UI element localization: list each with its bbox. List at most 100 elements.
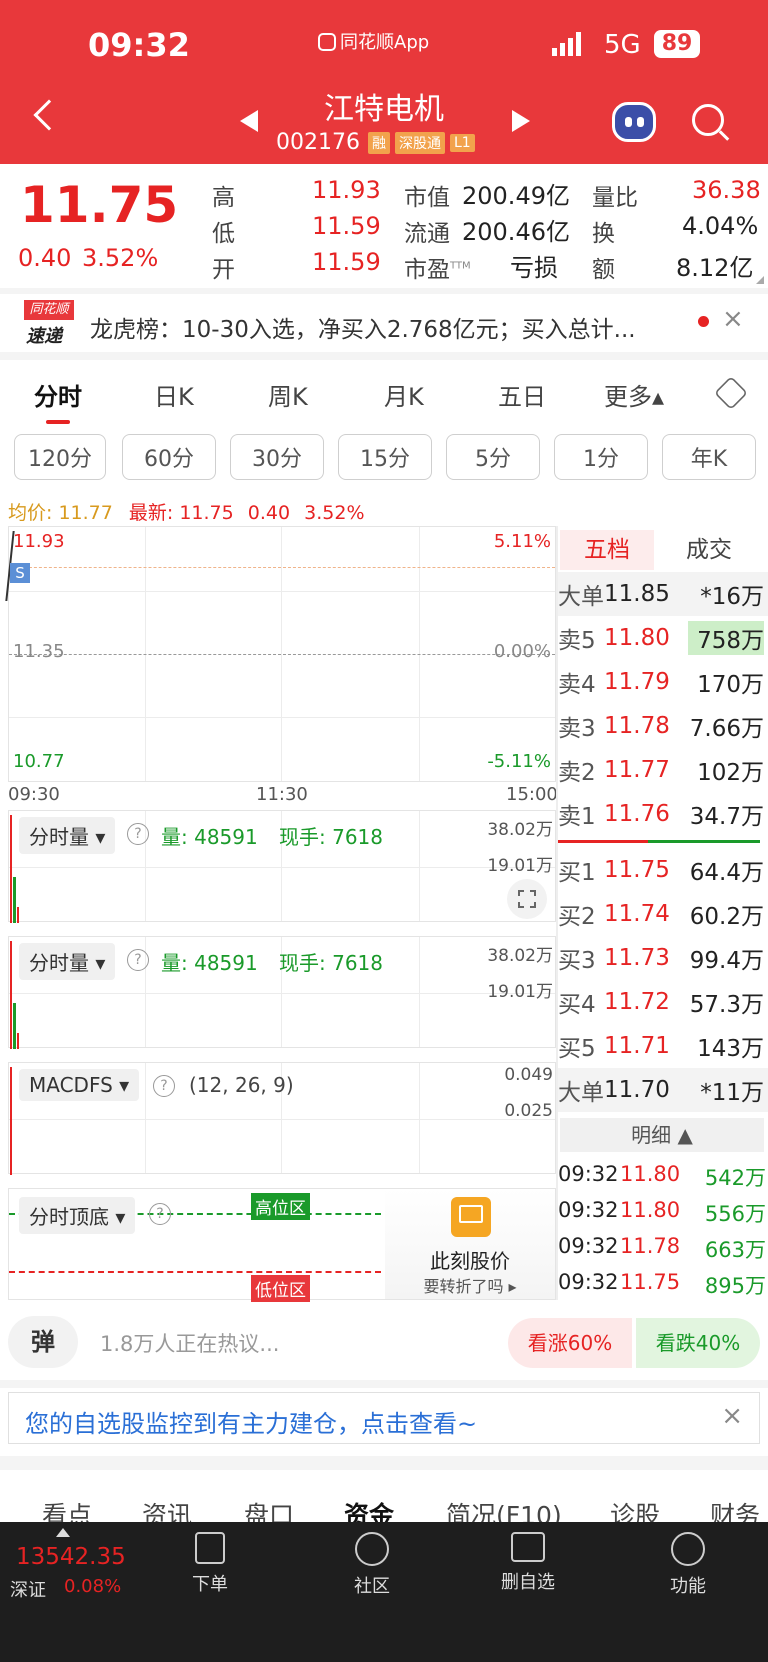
nav-functions[interactable]: 功能 [628, 1522, 748, 1598]
tab-intraday[interactable]: 分时 [34, 377, 82, 412]
buy-volume: 99.4万 [689, 948, 764, 974]
danmaku-toggle-button[interactable]: 弹 [8, 1316, 78, 1368]
big-order-top: 大单 11.85 *16万 [558, 572, 768, 616]
big-order-price: 11.70 [604, 1077, 670, 1103]
tab-trades[interactable]: 成交 [686, 530, 732, 570]
buy-row-1[interactable]: 买1 11.75 64.4万 [558, 848, 768, 892]
bullish-vote-button[interactable]: 看涨60% [508, 1318, 632, 1368]
trade-time: 09:32 [558, 1234, 619, 1258]
section-funds[interactable]: 资金 [344, 1496, 394, 1522]
sell-row-3[interactable]: 卖3 11.78 7.66万 [558, 704, 768, 748]
monitor-banner[interactable]: 您的自选股监控到有主力建仓，点击查看~ × [8, 1392, 760, 1444]
macd-panel[interactable]: MACDFS ▾ ? (12, 26, 9) 0.049 0.025 [8, 1062, 556, 1175]
trade-volume: 542万 [704, 1166, 766, 1190]
tab-daily-k[interactable]: 日K [154, 377, 194, 412]
robot-assistant-icon[interactable] [612, 102, 656, 142]
divider [0, 1456, 768, 1470]
vol1-volume-text: 量: 48591 [161, 825, 258, 849]
nav-community[interactable]: 社区 [312, 1522, 432, 1598]
nav-order[interactable]: 下单 [150, 1522, 270, 1596]
period-60min[interactable]: 60分 [122, 434, 216, 480]
menu-lines-icon [671, 1532, 705, 1566]
news-close-icon[interactable]: × [722, 304, 744, 334]
topbottom-indicator-dropdown[interactable]: 分时顶底 ▾ [19, 1197, 136, 1234]
monitor-close-icon[interactable]: × [721, 1401, 743, 1431]
index-value[interactable]: 13542.35 [16, 1544, 126, 1570]
macd-line [10, 1067, 13, 1175]
help-icon[interactable]: ? [127, 949, 149, 971]
buy-row-4[interactable]: 买4 11.72 57.3万 [558, 980, 768, 1024]
news-logo-top: 同花顺 [24, 300, 74, 320]
trade-time: 09:32 [558, 1198, 619, 1222]
volume-panel-1[interactable]: 分时量 ▾ ? 量: 48591 现手: 7618 38.02万 19.01万 [8, 810, 556, 923]
bearish-vote-button[interactable]: 看跌40% [636, 1318, 760, 1368]
buy-label: 买4 [558, 992, 596, 1018]
status-time: 09:32 [88, 26, 190, 64]
detail-toggle[interactable]: 明细 ▲ [560, 1118, 764, 1152]
news-banner[interactable]: 同花顺 速递 龙虎榜：10-30入选，净买入2.768亿元；买入总计... × [0, 294, 768, 352]
trade-detail-row: 09:32 11.80 556万 [558, 1198, 768, 1228]
app-logo-icon [318, 33, 336, 51]
period-15min[interactable]: 15分 [338, 434, 432, 480]
sell-row-5[interactable]: 卖5 11.80 758万 [558, 616, 768, 660]
battery-icon: 89 [654, 30, 700, 58]
tab-five-levels[interactable]: 五档 [560, 530, 654, 570]
help-icon[interactable]: ? [153, 1075, 175, 1097]
sell-price: 11.78 [604, 713, 670, 739]
help-icon[interactable]: ? [127, 823, 149, 845]
section-quote[interactable]: 盘口 [244, 1496, 294, 1522]
tab-monthly-k[interactable]: 月K [384, 377, 424, 412]
trade-price: 11.75 [620, 1270, 681, 1294]
turning-point-ad[interactable]: 此刻股价 要转折了吗 ▸ [385, 1189, 555, 1299]
settings-hex-icon[interactable] [714, 376, 748, 410]
vol1-indicator-dropdown[interactable]: 分时量 ▾ [19, 817, 116, 854]
topbottom-panel[interactable]: 分时顶底 ▾ ? 高位区 低位区 此刻股价 要转折了吗 ▸ [8, 1188, 556, 1302]
sell-row-4[interactable]: 卖4 11.79 170万 [558, 660, 768, 704]
buy-row-5[interactable]: 买5 11.71 143万 [558, 1024, 768, 1068]
intraday-chart[interactable]: S 11.93 11.35 10.77 5.11% 0.00% -5.11% [5, 526, 556, 782]
buy-label: 买1 [558, 860, 596, 886]
period-30min[interactable]: 30分 [230, 434, 324, 480]
section-f10[interactable]: 简况(F10) [446, 1496, 562, 1522]
fullscreen-icon[interactable] [507, 879, 547, 919]
turnover-value: 4.04% [682, 212, 759, 240]
period-year-k[interactable]: 年K [662, 434, 756, 480]
turnover-label: 换 [592, 221, 615, 247]
section-finance[interactable]: 财务 [710, 1496, 760, 1522]
sell-price: 11.76 [604, 801, 670, 827]
volume-panel-2[interactable]: 分时量 ▾ ? 量: 48591 现手: 7618 38.02万 19.01万 [8, 936, 556, 1049]
trade-detail-row: 09:32 11.75 895万 [558, 1270, 768, 1300]
macd-indicator-dropdown[interactable]: MACDFS ▾ [19, 1069, 140, 1101]
period-120min[interactable]: 120分 [14, 434, 106, 480]
ratio-bar-buy [648, 840, 760, 843]
tag-connect: 深股通 [394, 131, 445, 154]
section-news[interactable]: 资讯 [142, 1496, 192, 1522]
section-highlights[interactable]: 看点 [42, 1496, 92, 1522]
pe-label-text: 市盈 [404, 257, 450, 283]
amount-value: 8.12亿 [676, 254, 754, 282]
s-marker[interactable]: S [10, 563, 30, 583]
chart-info-line: 均价: 11.77 最新: 11.75 0.40 3.52% [8, 498, 365, 525]
tab-five-day[interactable]: 五日 [498, 377, 546, 412]
help-icon[interactable]: ? [149, 1203, 171, 1225]
mktcap-value: 200.49亿 [462, 182, 570, 210]
buy-row-3[interactable]: 买3 11.73 99.4万 [558, 936, 768, 980]
period-5min[interactable]: 5分 [446, 434, 540, 480]
x-axis-mid: 11:30 [256, 784, 308, 805]
macd-params: (12, 26, 9) [189, 1073, 294, 1097]
expand-corner-icon[interactable] [756, 276, 764, 284]
sell-row-1[interactable]: 卖1 11.76 34.7万 [558, 792, 768, 836]
sell-row-2[interactable]: 卖2 11.77 102万 [558, 748, 768, 792]
discussion-count[interactable]: 1.8万人正在热议... [100, 1328, 279, 1358]
nav-remove-watchlist[interactable]: 删自选 [468, 1522, 588, 1594]
buy-row-2[interactable]: 买2 11.74 60.2万 [558, 892, 768, 936]
float-label: 流通 [404, 221, 450, 247]
tab-more[interactable]: 更多▴ [604, 377, 664, 412]
vol2-indicator-dropdown[interactable]: 分时量 ▾ [19, 943, 116, 980]
period-1min[interactable]: 1分 [554, 434, 648, 480]
divider [0, 352, 768, 360]
tab-weekly-k[interactable]: 周K [268, 377, 308, 412]
section-diagnosis[interactable]: 诊股 [610, 1496, 660, 1522]
vol1-current-hand: 现手: 7618 [279, 821, 383, 850]
tab-indicator [46, 420, 70, 424]
